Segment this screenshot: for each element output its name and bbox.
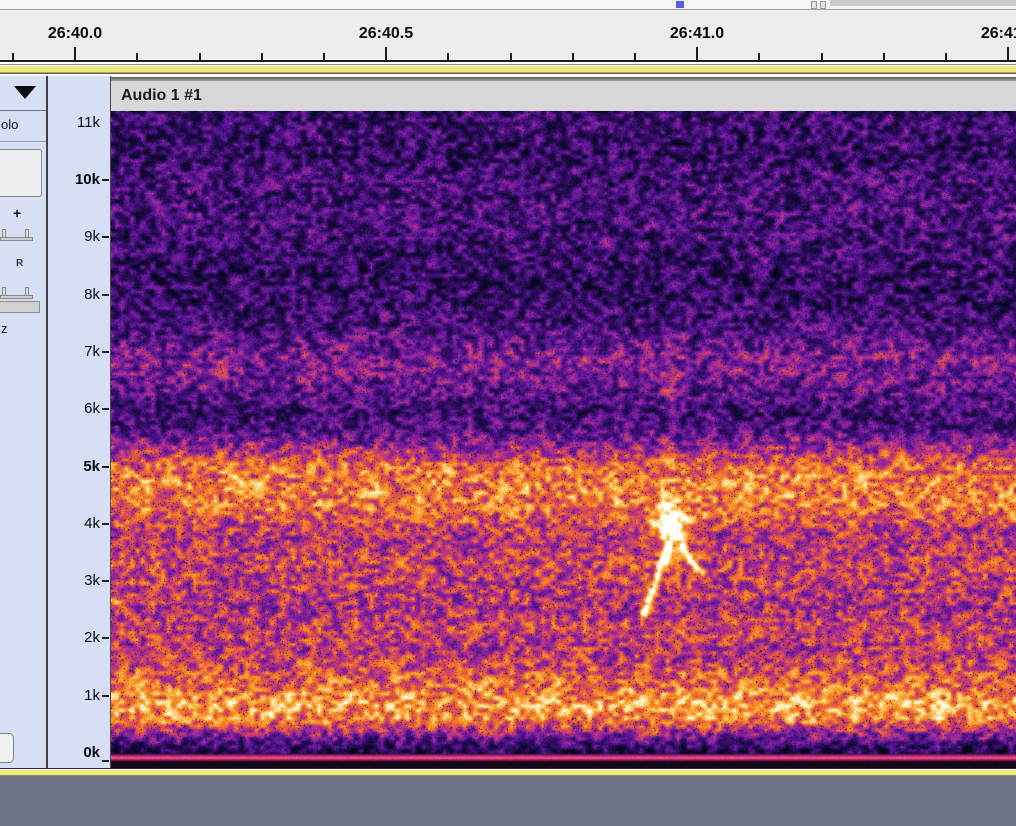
freq-tick	[102, 179, 109, 181]
pane-splitter-handle[interactable]	[820, 1, 826, 9]
timeline-ruler[interactable]: 26:40.0 26:40.5 26:41.0 26:41.5	[0, 10, 1016, 62]
toolbar-edge-shade	[830, 0, 1016, 6]
freq-label: 1k	[84, 687, 100, 704]
timeline-label: 26:40.0	[47, 25, 103, 42]
freq-tick	[102, 351, 109, 353]
track-title: Audio 1 #1	[121, 87, 202, 104]
timeline-minor-tick	[758, 53, 760, 60]
freq-label: 7k	[84, 343, 100, 360]
timeline-label: 26:41.5	[980, 25, 1016, 42]
pan-slider[interactable]	[0, 285, 36, 301]
solo-button[interactable]: olo	[1, 117, 18, 133]
freq-tick	[102, 294, 109, 296]
pan-right-label: R	[16, 258, 24, 269]
timeline-minor-tick	[883, 53, 885, 60]
track-menu-dropdown-icon[interactable]	[14, 86, 36, 99]
timeline-minor-tick	[136, 53, 138, 60]
timeline-minor-tick	[447, 53, 449, 60]
timeline-minor-tick	[510, 53, 512, 60]
timeline-minor-tick	[199, 53, 201, 60]
timeline-minor-tick	[945, 53, 947, 60]
freq-tick	[102, 760, 109, 762]
timeline-minor-tick	[821, 53, 823, 60]
freq-tick	[102, 580, 109, 582]
freq-tick	[102, 236, 109, 238]
timeline-label: 26:40.5	[358, 25, 414, 42]
freq-label: 6k	[84, 400, 100, 417]
tracks-background[interactable]	[0, 776, 1016, 826]
audacity-window: 26:40.0 26:40.5 26:41.0 26:41.5 olo + R z 1…	[0, 0, 1016, 826]
clip-title-bar[interactable]: Audio 1 #1	[111, 76, 1016, 111]
freq-tick	[102, 523, 109, 525]
timeline-major-tick	[696, 47, 698, 60]
playhead-marker-icon	[676, 1, 684, 8]
timeline-minor-tick	[634, 53, 636, 60]
gain-plus-label: +	[13, 205, 22, 221]
freq-label: 0k	[83, 744, 100, 761]
panel-corner-button[interactable]	[0, 733, 14, 763]
timeline-minor-tick	[261, 53, 263, 60]
mute-button[interactable]	[0, 149, 42, 197]
timeline-major-tick	[1007, 47, 1009, 60]
panel-divider	[0, 110, 46, 111]
timeline-label: 26:41.0	[669, 25, 725, 42]
freq-label: 5k	[83, 458, 100, 475]
panel-divider	[0, 141, 46, 142]
track-top-border	[0, 64, 1016, 76]
panel-widget-fragment	[0, 301, 40, 313]
freq-label: 4k	[84, 515, 100, 532]
track-bottom-border	[0, 768, 1016, 776]
freq-tick	[102, 637, 109, 639]
freq-tick	[102, 695, 109, 697]
timeline-minor-tick	[323, 53, 325, 60]
sample-rate-fragment: z	[1, 321, 8, 336]
timeline-major-tick	[74, 47, 76, 60]
freq-tick	[102, 466, 109, 468]
freq-label: 10k	[74, 171, 100, 188]
frequency-ruler[interactable]: 11k 10k 9k 8k 7k 6k 5k 4k 3k 2k 1k 0k	[48, 76, 110, 768]
freq-label: 2k	[84, 629, 100, 646]
spectrogram-canvas[interactable]	[111, 111, 1016, 768]
timeline-minor-tick	[572, 53, 574, 60]
freq-label: 11k	[76, 114, 100, 131]
freq-label: 3k	[84, 572, 100, 589]
gain-slider[interactable]	[0, 227, 36, 243]
timeline-major-tick	[385, 47, 387, 60]
titlebar-shadow	[111, 77, 1016, 81]
freq-label: 8k	[84, 286, 100, 303]
freq-tick	[102, 408, 109, 410]
freq-label: 9k	[84, 228, 100, 245]
toolbar-edge-strip	[0, 0, 1016, 10]
pane-splitter-handle[interactable]	[811, 1, 817, 9]
timeline-minor-tick	[12, 53, 14, 60]
